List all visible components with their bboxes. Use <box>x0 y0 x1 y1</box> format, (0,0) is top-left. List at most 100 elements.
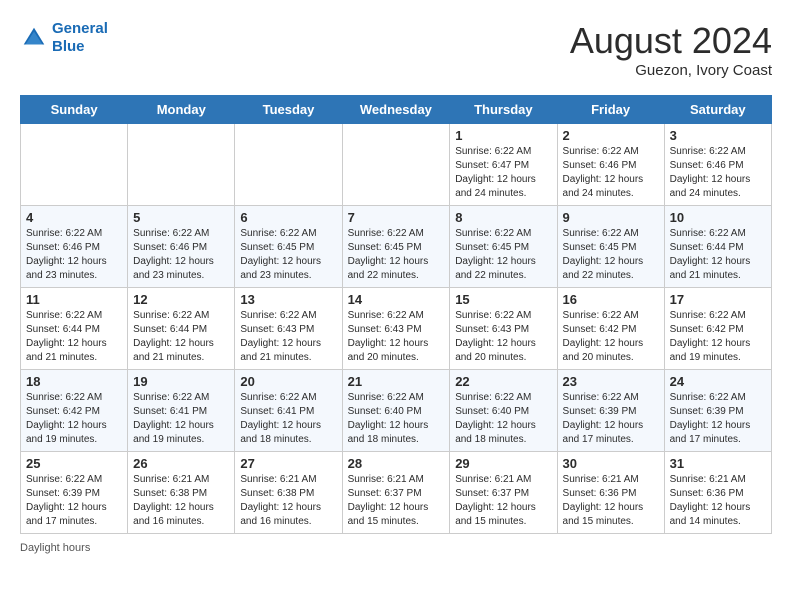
day-number: 7 <box>348 210 445 225</box>
calendar-cell: 18 Sunrise: 6:22 AM Sunset: 6:42 PM Dayli… <box>21 370 128 452</box>
day-number: 20 <box>240 374 336 389</box>
day-number: 10 <box>670 210 766 225</box>
day-info: Sunrise: 6:21 AM Sunset: 6:38 PM Dayligh… <box>240 473 336 529</box>
day-info: Sunrise: 6:22 AM Sunset: 6:45 PM Dayligh… <box>348 227 445 283</box>
day-number: 21 <box>348 374 445 389</box>
calendar-cell: 20 Sunrise: 6:22 AM Sunset: 6:41 PM Dayli… <box>235 370 342 452</box>
calendar-cell <box>21 124 128 206</box>
calendar-cell: 27 Sunrise: 6:21 AM Sunset: 6:38 PM Dayli… <box>235 452 342 534</box>
day-info: Sunrise: 6:22 AM Sunset: 6:46 PM Dayligh… <box>670 145 766 201</box>
day-of-week-header: Tuesday <box>235 96 342 124</box>
day-info: Sunrise: 6:21 AM Sunset: 6:38 PM Dayligh… <box>133 473 229 529</box>
day-info: Sunrise: 6:22 AM Sunset: 6:45 PM Dayligh… <box>455 227 551 283</box>
day-number: 24 <box>670 374 766 389</box>
calendar-cell: 23Sunrise: 6:22 AM Sunset: 6:39 PM Dayli… <box>557 370 664 452</box>
day-number: 8 <box>455 210 551 225</box>
day-info: Sunrise: 6:22 AM Sunset: 6:43 PM Dayligh… <box>240 309 336 365</box>
day-info: Sunrise: 6:22 AM Sunset: 6:43 PM Dayligh… <box>455 309 551 365</box>
calendar-cell <box>235 124 342 206</box>
calendar-cell: 21 Sunrise: 6:22 AM Sunset: 6:40 PM Dayli… <box>342 370 450 452</box>
day-info: Sunrise: 6:21 AM Sunset: 6:37 PM Dayligh… <box>348 473 445 529</box>
calendar-cell: 31Sunrise: 6:21 AM Sunset: 6:36 PM Dayli… <box>664 452 771 534</box>
calendar-week-row: 25 Sunrise: 6:22 AM Sunset: 6:39 PM Dayli… <box>21 452 772 534</box>
day-number: 25 <box>26 456 122 471</box>
calendar-cell: 26 Sunrise: 6:21 AM Sunset: 6:38 PM Dayli… <box>128 452 235 534</box>
day-number: 22 <box>455 374 551 389</box>
day-number: 15 <box>455 292 551 307</box>
calendar-cell: 14 Sunrise: 6:22 AM Sunset: 6:43 PM Dayli… <box>342 288 450 370</box>
title-block: August 2024 Guezon, Ivory Coast <box>570 20 772 79</box>
calendar-cell: 4 Sunrise: 6:22 AM Sunset: 6:46 PM Daylig… <box>21 206 128 288</box>
calendar-cell: 9 Sunrise: 6:22 AM Sunset: 6:45 PM Daylig… <box>557 206 664 288</box>
day-info: Sunrise: 6:22 AM Sunset: 6:39 PM Dayligh… <box>26 473 122 529</box>
day-number: 16 <box>563 292 659 307</box>
day-info: Sunrise: 6:22 AM Sunset: 6:44 PM Dayligh… <box>26 309 122 365</box>
day-number: 1 <box>455 128 551 143</box>
day-number: 14 <box>348 292 445 307</box>
calendar-week-row: 11 Sunrise: 6:22 AM Sunset: 6:44 PM Dayli… <box>21 288 772 370</box>
day-info: Sunrise: 6:22 AM Sunset: 6:46 PM Dayligh… <box>563 145 659 201</box>
day-number: 28 <box>348 456 445 471</box>
day-number: 18 <box>26 374 122 389</box>
calendar-cell: 8 Sunrise: 6:22 AM Sunset: 6:45 PM Daylig… <box>450 206 557 288</box>
calendar-cell: 10 Sunrise: 6:22 AM Sunset: 6:44 PM Dayli… <box>664 206 771 288</box>
day-info: Sunrise: 6:22 AM Sunset: 6:46 PM Dayligh… <box>26 227 122 283</box>
footer: Daylight hours <box>20 542 772 554</box>
day-info: Sunrise: 6:21 AM Sunset: 6:36 PM Dayligh… <box>670 473 766 529</box>
calendar-week-row: 18 Sunrise: 6:22 AM Sunset: 6:42 PM Dayli… <box>21 370 772 452</box>
day-number: 27 <box>240 456 336 471</box>
calendar-cell: 2 Sunrise: 6:22 AM Sunset: 6:46 PM Daylig… <box>557 124 664 206</box>
day-info: Sunrise: 6:22 AM Sunset: 6:39 PM Dayligh… <box>563 391 659 447</box>
calendar-week-row: 4 Sunrise: 6:22 AM Sunset: 6:46 PM Daylig… <box>21 206 772 288</box>
day-info: Sunrise: 6:22 AM Sunset: 6:46 PM Dayligh… <box>133 227 229 283</box>
day-info: Sunrise: 6:22 AM Sunset: 6:44 PM Dayligh… <box>670 227 766 283</box>
day-number: 19 <box>133 374 229 389</box>
day-number: 2 <box>563 128 659 143</box>
month-year: August 2024 <box>570 20 772 62</box>
logo: General Blue <box>20 20 108 56</box>
day-of-week-header: Saturday <box>664 96 771 124</box>
page-header: General Blue August 2024 Guezon, Ivory C… <box>20 20 772 79</box>
calendar-cell: 17 Sunrise: 6:22 AM Sunset: 6:42 PM Dayli… <box>664 288 771 370</box>
day-number: 5 <box>133 210 229 225</box>
day-info: Sunrise: 6:22 AM Sunset: 6:41 PM Dayligh… <box>133 391 229 447</box>
calendar-cell: 16Sunrise: 6:22 AM Sunset: 6:42 PM Dayli… <box>557 288 664 370</box>
day-number: 9 <box>563 210 659 225</box>
day-info: Sunrise: 6:22 AM Sunset: 6:40 PM Dayligh… <box>348 391 445 447</box>
day-info: Sunrise: 6:22 AM Sunset: 6:47 PM Dayligh… <box>455 145 551 201</box>
day-info: Sunrise: 6:22 AM Sunset: 6:42 PM Dayligh… <box>670 309 766 365</box>
logo-text: General Blue <box>52 20 108 56</box>
day-info: Sunrise: 6:22 AM Sunset: 6:43 PM Dayligh… <box>348 309 445 365</box>
day-number: 12 <box>133 292 229 307</box>
day-info: Sunrise: 6:22 AM Sunset: 6:41 PM Dayligh… <box>240 391 336 447</box>
day-info: Sunrise: 6:22 AM Sunset: 6:45 PM Dayligh… <box>240 227 336 283</box>
day-info: Sunrise: 6:22 AM Sunset: 6:44 PM Dayligh… <box>133 309 229 365</box>
day-number: 17 <box>670 292 766 307</box>
calendar-cell: 11 Sunrise: 6:22 AM Sunset: 6:44 PM Dayli… <box>21 288 128 370</box>
calendar-cell: 7 Sunrise: 6:22 AM Sunset: 6:45 PM Daylig… <box>342 206 450 288</box>
calendar-cell: 22 Sunrise: 6:22 AM Sunset: 6:40 PM Dayli… <box>450 370 557 452</box>
calendar-cell: 6 Sunrise: 6:22 AM Sunset: 6:45 PM Daylig… <box>235 206 342 288</box>
day-of-week-header: Monday <box>128 96 235 124</box>
calendar-cell: 24 Sunrise: 6:22 AM Sunset: 6:39 PM Dayli… <box>664 370 771 452</box>
day-number: 4 <box>26 210 122 225</box>
day-info: Sunrise: 6:22 AM Sunset: 6:39 PM Dayligh… <box>670 391 766 447</box>
day-number: 29 <box>455 456 551 471</box>
daylight-label: Daylight hours <box>20 542 90 554</box>
calendar-cell: 5 Sunrise: 6:22 AM Sunset: 6:46 PM Daylig… <box>128 206 235 288</box>
day-info: Sunrise: 6:22 AM Sunset: 6:42 PM Dayligh… <box>26 391 122 447</box>
day-info: Sunrise: 6:22 AM Sunset: 6:40 PM Dayligh… <box>455 391 551 447</box>
calendar-cell: 29Sunrise: 6:21 AM Sunset: 6:37 PM Dayli… <box>450 452 557 534</box>
location: Guezon, Ivory Coast <box>570 62 772 79</box>
calendar-cell: 3Sunrise: 6:22 AM Sunset: 6:46 PM Daylig… <box>664 124 771 206</box>
calendar-cell: 25 Sunrise: 6:22 AM Sunset: 6:39 PM Dayli… <box>21 452 128 534</box>
day-info: Sunrise: 6:21 AM Sunset: 6:36 PM Dayligh… <box>563 473 659 529</box>
day-of-week-header: Friday <box>557 96 664 124</box>
day-number: 30 <box>563 456 659 471</box>
day-number: 26 <box>133 456 229 471</box>
day-number: 6 <box>240 210 336 225</box>
day-number: 11 <box>26 292 122 307</box>
day-number: 13 <box>240 292 336 307</box>
calendar-cell: 28 Sunrise: 6:21 AM Sunset: 6:37 PM Dayli… <box>342 452 450 534</box>
day-info: Sunrise: 6:22 AM Sunset: 6:45 PM Dayligh… <box>563 227 659 283</box>
